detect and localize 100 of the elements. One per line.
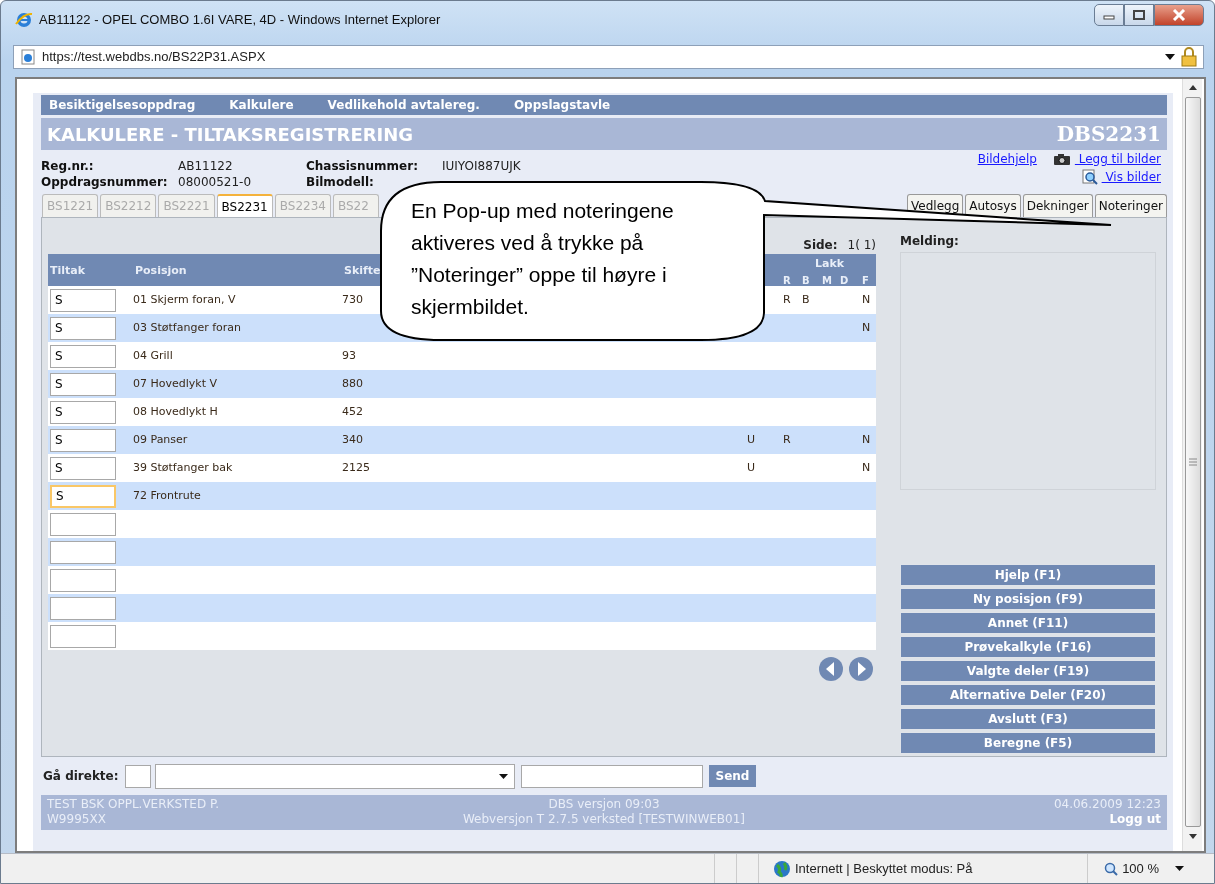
menu-link[interactable]: Vedlikehold avtalereg. bbox=[327, 96, 480, 114]
tiltak-input[interactable]: S bbox=[50, 400, 116, 424]
zoom-icon bbox=[1104, 861, 1119, 876]
table-cell: 730 bbox=[342, 292, 363, 306]
message-label: Melding: bbox=[900, 233, 960, 250]
tiltak-input[interactable]: S bbox=[50, 288, 116, 312]
tiltak-input[interactable]: S bbox=[50, 372, 116, 396]
tab[interactable]: Dekninger bbox=[1022, 194, 1093, 217]
table-cell: 2125 bbox=[342, 460, 370, 474]
tiltak-input[interactable] bbox=[50, 624, 116, 648]
table-row[interactable]: S 39 Støtfanger bak 2125 U N bbox=[48, 454, 876, 482]
table-cell: 03 Støtfanger foran bbox=[133, 320, 242, 334]
tiltak-input[interactable] bbox=[50, 512, 116, 536]
tiltak-input[interactable] bbox=[50, 568, 116, 592]
caret-icon bbox=[498, 773, 508, 779]
column-header: Skifte bbox=[344, 263, 381, 277]
action-button[interactable]: Annet (F11) bbox=[900, 612, 1156, 634]
field-label: Oppdragsnummer: bbox=[41, 174, 169, 190]
goto-dropdown[interactable] bbox=[154, 763, 515, 789]
action-button[interactable]: Hjelp (F1) bbox=[900, 564, 1156, 586]
lock-icon bbox=[1181, 47, 1197, 67]
column-header: R bbox=[783, 273, 792, 288]
scrollbar[interactable] bbox=[1182, 79, 1202, 851]
field-value: 08000521-0 bbox=[178, 174, 253, 190]
footer-text: TEST BSK OPPL.VERKSTED P. bbox=[47, 797, 221, 812]
field-value: IUIYOI887UJK bbox=[442, 158, 522, 174]
footer-text: 04.06.2009 12:23 bbox=[1052, 797, 1161, 812]
action-button[interactable]: Beregne (F5) bbox=[900, 732, 1156, 754]
previous-button[interactable] bbox=[818, 656, 844, 682]
minimize-button[interactable] bbox=[1094, 4, 1124, 26]
magnifier-icon bbox=[1081, 169, 1098, 185]
table-row[interactable] bbox=[48, 538, 876, 566]
table-row[interactable]: S 09 Panser 340 U R N bbox=[48, 426, 876, 454]
tab[interactable]: Autosys bbox=[965, 194, 1021, 217]
dropdown-icon[interactable] bbox=[1165, 54, 1175, 60]
table-row[interactable]: S 04 Grill 93 bbox=[48, 342, 876, 370]
close-button[interactable] bbox=[1154, 4, 1204, 26]
menu-link[interactable]: Kalkulere bbox=[229, 96, 294, 114]
field-label: Chassisnummer: bbox=[306, 158, 419, 174]
table-cell: 08 Hovedlykt H bbox=[133, 404, 218, 418]
tiltak-input[interactable] bbox=[50, 596, 116, 620]
table-row[interactable]: S 07 Hovedlykt V 880 bbox=[48, 370, 876, 398]
page-number: 1( 1) bbox=[847, 237, 876, 254]
code-field[interactable] bbox=[124, 764, 151, 788]
menu-link[interactable]: Besiktigelsesoppdrag bbox=[49, 96, 196, 114]
table-cell: 09 Panser bbox=[133, 432, 188, 446]
action-button[interactable]: Avslutt (F3) bbox=[900, 708, 1156, 730]
field-label: Bilmodell: bbox=[306, 174, 375, 190]
tab[interactable]: Noteringer bbox=[1094, 194, 1167, 217]
link[interactable]: Bildehjelp bbox=[977, 150, 1037, 168]
goto-label: Gå direkte: bbox=[43, 768, 119, 785]
field-value: AB11122 bbox=[178, 158, 234, 174]
tiltak-input[interactable]: S bbox=[50, 484, 116, 508]
send-button[interactable]: Send bbox=[708, 765, 757, 787]
table-cell: 01 Skjerm foran, V bbox=[133, 292, 236, 306]
caret-icon bbox=[1175, 866, 1184, 871]
page-icon bbox=[20, 49, 36, 65]
table-cell: B bbox=[802, 292, 810, 306]
table-cell: 72 Frontrute bbox=[133, 488, 201, 502]
maximize-icon bbox=[1133, 10, 1145, 20]
link[interactable]: Legg til bilder bbox=[1074, 150, 1161, 168]
table-cell: N bbox=[862, 432, 871, 446]
address-bar[interactable]: https://test.webdbs.no/BS22P31.ASPX bbox=[13, 45, 1204, 69]
url-text: https://test.webdbs.no/BS22P31.ASPX bbox=[42, 48, 266, 67]
table-cell: R bbox=[783, 292, 791, 306]
action-button[interactable]: Valgte deler (F19) bbox=[900, 660, 1156, 682]
footer-text: DBS versjon 09:03 bbox=[547, 797, 661, 812]
table-row[interactable]: S 08 Hovedlykt H 452 bbox=[48, 398, 876, 426]
close-icon bbox=[1172, 9, 1186, 21]
column-header: Posisjon bbox=[135, 263, 187, 277]
table-row[interactable]: S 72 Frontrute bbox=[48, 482, 876, 510]
zoom-control[interactable]: 100 % bbox=[1087, 854, 1214, 883]
tab[interactable]: BS2231 bbox=[216, 194, 273, 217]
page-label: Side: bbox=[803, 237, 838, 254]
tiltak-input[interactable]: S bbox=[50, 316, 116, 340]
action-button[interactable]: Alternative Deler (F20) bbox=[900, 684, 1156, 706]
page-code: DBS2231 bbox=[1056, 121, 1161, 148]
tiltak-input[interactable]: S bbox=[50, 456, 116, 480]
column-header: B bbox=[802, 273, 811, 288]
action-button[interactable]: Prøvekalkyle (F16) bbox=[900, 636, 1156, 658]
field-label: Reg.nr.: bbox=[41, 158, 95, 174]
action-button[interactable]: Ny posisjon (F9) bbox=[900, 588, 1156, 610]
window-title: AB11122 - OPEL COMBO 1.6I VARE, 4D - Windows Internet Explorer bbox=[39, 11, 441, 30]
tiltak-input[interactable] bbox=[50, 540, 116, 564]
table-cell: U bbox=[747, 432, 756, 446]
table-cell: 340 bbox=[342, 432, 363, 446]
table-cell: 07 Hovedlykt V bbox=[133, 376, 218, 390]
maximize-button[interactable] bbox=[1124, 4, 1154, 26]
next-button[interactable] bbox=[848, 656, 874, 682]
column-header: D bbox=[840, 273, 850, 288]
table-row[interactable] bbox=[48, 594, 876, 622]
tiltak-input[interactable]: S bbox=[50, 344, 116, 368]
footer-text: W9995XX bbox=[47, 812, 107, 827]
table-cell: N bbox=[862, 320, 871, 334]
link[interactable]: Vis bilder bbox=[1101, 168, 1161, 186]
menu-link[interactable]: Oppslagstavle bbox=[513, 96, 611, 114]
table-cell: 04 Grill bbox=[133, 348, 173, 362]
search-field[interactable] bbox=[520, 764, 703, 788]
column-header: Tiltak bbox=[50, 263, 86, 277]
tiltak-input[interactable]: S bbox=[50, 428, 116, 452]
